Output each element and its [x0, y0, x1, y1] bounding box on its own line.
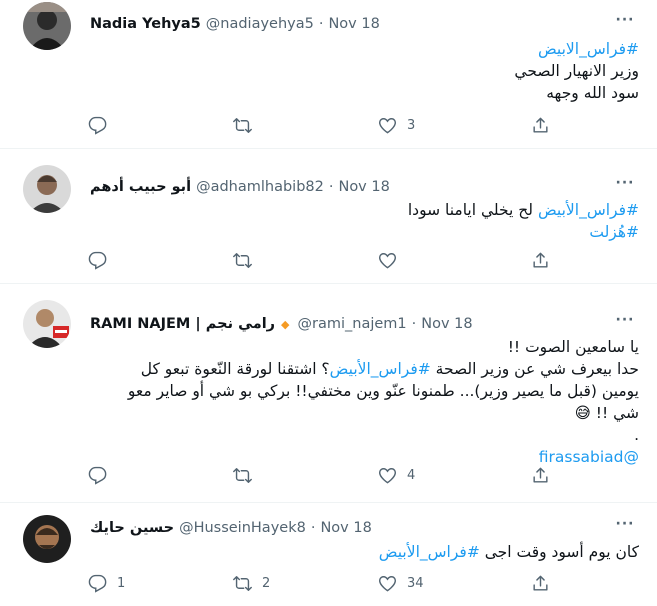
avatar[interactable]	[23, 515, 71, 563]
tweet-text: #فراس_الأبيض لح يخلي ايامنا سودا #هُزلت	[90, 199, 639, 243]
more-options-icon[interactable]: ···	[615, 313, 635, 334]
timestamp[interactable]: Nov 18	[338, 179, 389, 195]
share-icon	[533, 117, 548, 133]
more-options-icon[interactable]: ···	[615, 517, 635, 538]
tweet-line: شي !! 😅	[574, 404, 639, 422]
like-button[interactable]: 34	[378, 574, 424, 593]
reply-icon	[88, 466, 107, 485]
tweet-text: كان يوم أسود وقت اجى #فراس_الأبيض	[90, 541, 639, 563]
reply-icon	[88, 116, 107, 135]
tweet-line: سود الله وجهه	[546, 84, 639, 102]
display-name[interactable]: حسين حايك	[90, 520, 174, 536]
verified-badge-icon: ◆	[281, 317, 290, 331]
separator: ·	[411, 316, 417, 332]
timestamp[interactable]: Nov 18	[421, 316, 472, 332]
separator: ·	[310, 520, 316, 536]
more-options-icon[interactable]: ···	[615, 176, 635, 197]
like-count: 34	[407, 576, 424, 591]
share-icon	[533, 252, 548, 268]
tweet-2[interactable]: أبو حبيب أدهم @adhamlhabib82 · Nov 18 ··…	[0, 149, 657, 284]
reply-icon	[88, 574, 107, 593]
tweet-1[interactable]: Nadia Yehya5 @nadiayehya5 · Nov 18 ··· #…	[0, 0, 657, 149]
like-button[interactable]	[378, 251, 407, 270]
share-button[interactable]	[531, 574, 550, 593]
display-name[interactable]: Nadia Yehya5	[90, 16, 201, 32]
hashtag[interactable]: #هُزلت	[589, 223, 639, 241]
username[interactable]: @HusseinHayek8	[179, 520, 306, 536]
display-name[interactable]: أبو حبيب أدهم	[90, 179, 191, 195]
display-name[interactable]: RAMI NAJEM | رامي نجم	[90, 316, 275, 332]
tweet-text: يا سامعين الصوت !! حدا بيعرف شي عن وزير …	[90, 336, 639, 468]
username[interactable]: @nadiayehya5	[206, 16, 314, 32]
tweet-4[interactable]: حسين حايك @HusseinHayek8 · Nov 18 ··· كا…	[0, 503, 657, 606]
retweet-button[interactable]	[233, 251, 262, 270]
share-icon	[533, 467, 548, 483]
username[interactable]: @adhamlhabib82	[196, 179, 324, 195]
share-button[interactable]	[531, 466, 550, 485]
timestamp[interactable]: Nov 18	[328, 16, 379, 32]
tweet-line: لح يخلي ايامنا سودا	[407, 201, 533, 219]
retweet-icon	[233, 253, 252, 268]
avatar[interactable]	[23, 300, 71, 348]
tweet-line: ؟ اشتقنا لورقة النّعوة تبعو كل	[140, 360, 330, 378]
tweet-line: .	[634, 426, 639, 444]
hashtag[interactable]: #فراس_الأبيض	[538, 201, 639, 219]
more-options-icon[interactable]: ···	[615, 13, 635, 34]
like-count: 3	[407, 118, 416, 133]
retweet-icon	[233, 468, 252, 483]
retweet-button[interactable]	[233, 466, 262, 485]
hashtag[interactable]: #فراس_الأبيض	[379, 543, 480, 561]
retweet-button[interactable]	[233, 116, 262, 135]
mention[interactable]: @firassabiad	[539, 448, 639, 466]
retweet-button[interactable]: 2	[233, 574, 270, 593]
reply-button[interactable]	[88, 466, 117, 485]
avatar[interactable]	[23, 165, 71, 213]
timestamp[interactable]: Nov 18	[320, 520, 371, 536]
hashtag[interactable]: #فراس_الابيض	[538, 40, 639, 58]
heart-icon	[379, 468, 396, 484]
reply-button[interactable]: 1	[88, 574, 125, 593]
heart-icon	[379, 253, 396, 269]
separator: ·	[328, 179, 334, 195]
like-button[interactable]: 4	[378, 466, 415, 485]
retweet-icon	[233, 576, 252, 591]
hashtag[interactable]: #فراس_الأبيض	[330, 360, 431, 378]
reply-count: 1	[117, 576, 126, 591]
tweet-line: كان يوم أسود وقت اجى	[484, 543, 639, 561]
reply-button[interactable]	[88, 251, 117, 270]
username[interactable]: @rami_najem1	[298, 316, 407, 332]
separator: ·	[318, 16, 324, 32]
heart-icon	[379, 576, 396, 592]
tweet-line: يومين (قبل ما يصير وزير)... طمنونا عنّو …	[127, 382, 639, 400]
share-button[interactable]	[531, 116, 550, 135]
tweet-line: يا سامعين الصوت !!	[507, 338, 639, 356]
like-count: 4	[407, 468, 416, 483]
heart-icon	[379, 118, 396, 134]
reply-icon	[88, 251, 107, 270]
retweet-count: 2	[262, 576, 271, 591]
avatar[interactable]	[23, 2, 71, 50]
reply-button[interactable]	[88, 116, 117, 135]
share-icon	[533, 575, 548, 591]
share-button[interactable]	[531, 251, 550, 270]
tweet-3[interactable]: RAMI NAJEM | رامي نجم ◆ @rami_najem1 · N…	[0, 284, 657, 503]
like-button[interactable]: 3	[378, 116, 415, 135]
tweet-line: وزير الانهيار الصحي	[514, 62, 639, 80]
tweet-line: حدا بيعرف شي عن وزير الصحة	[435, 360, 639, 378]
retweet-icon	[233, 118, 252, 133]
tweet-text: #فراس_الابيض وزير الانهيار الصحي سود الل…	[90, 38, 639, 104]
